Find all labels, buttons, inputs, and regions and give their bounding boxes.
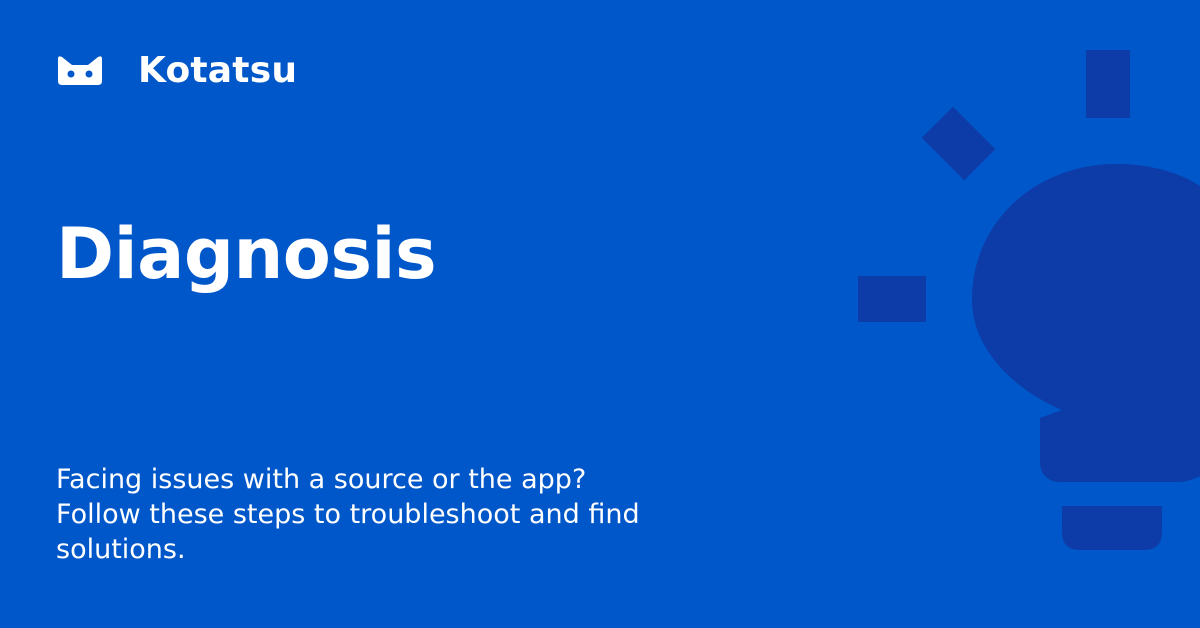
bulb-base <box>1062 506 1162 550</box>
ray-diagonal <box>921 106 996 181</box>
social-card: Kotatsu Diagnosis Facing issues with a s… <box>0 0 1200 628</box>
page-title: Diagnosis <box>56 213 437 295</box>
description-line: solutions. <box>56 534 186 566</box>
ray-left <box>858 276 926 322</box>
brand-name: Kotatsu <box>138 50 298 91</box>
description-line: Follow these steps to troubleshoot and f… <box>56 499 640 531</box>
cat-icon <box>58 56 102 85</box>
ray-top <box>1086 50 1130 118</box>
lightbulb-icon <box>858 50 1200 550</box>
brand: Kotatsu <box>56 48 297 94</box>
description-line: Facing issues with a source or the app? <box>56 464 587 495</box>
page-description: Facing issues with a source or the app? … <box>56 462 776 567</box>
bulb-body <box>972 164 1200 482</box>
